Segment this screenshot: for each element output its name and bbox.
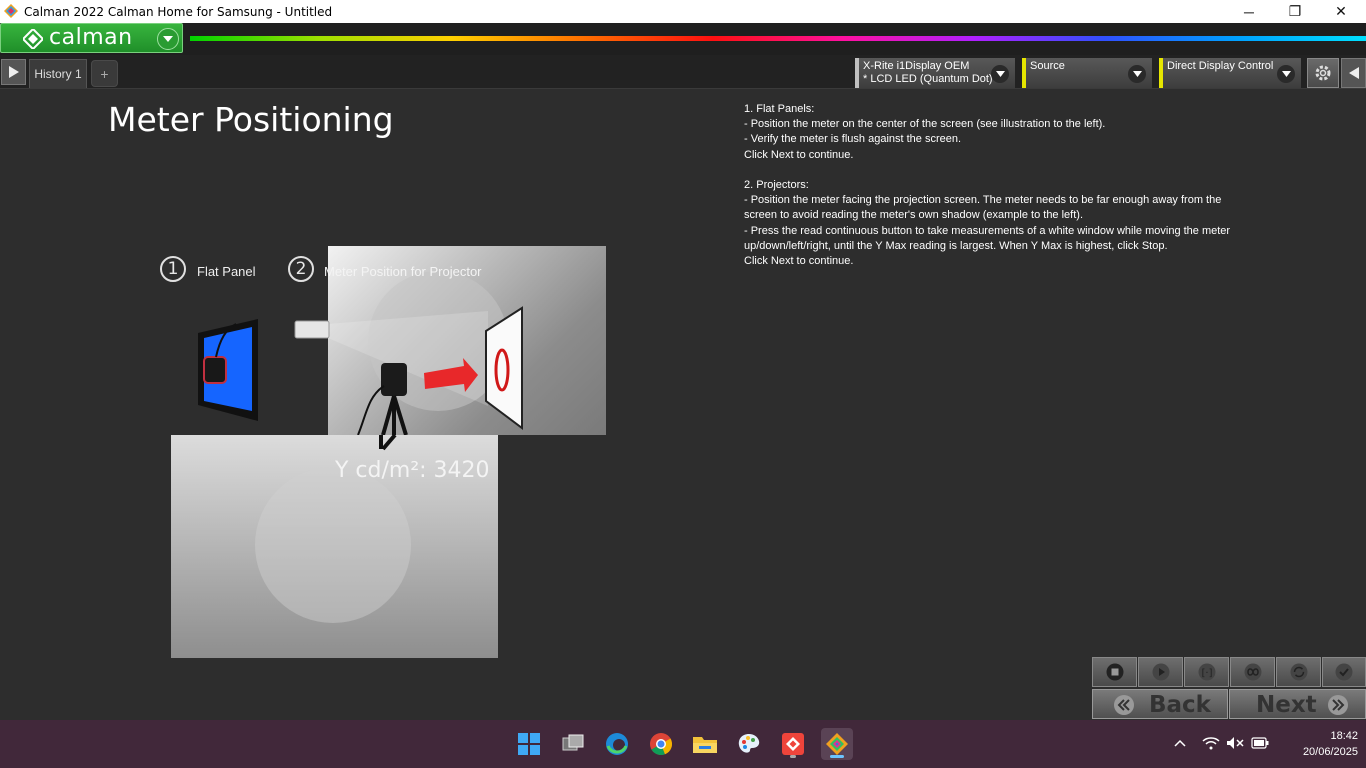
flat-panel-label: Flat Panel xyxy=(197,264,256,279)
projector-icon xyxy=(294,320,330,339)
instructions-body: 1. Flat Panels: - Position the meter on … xyxy=(744,103,1231,268)
stop-button[interactable] xyxy=(1092,657,1137,687)
calman-logo-icon xyxy=(23,29,43,49)
back-label: Back xyxy=(1149,692,1211,718)
add-tab-button[interactable]: + xyxy=(91,60,118,87)
instructions-text: 1. Flat Panels: - Position the meter on … xyxy=(744,102,1264,269)
anydesk-button[interactable] xyxy=(777,728,809,760)
meter-name: X-Rite i1Display OEM xyxy=(863,60,970,72)
active-indicator xyxy=(830,755,844,758)
system-clock[interactable]: 18:42 20/06/2025 xyxy=(1278,728,1358,760)
settings-button[interactable] xyxy=(1307,58,1339,88)
calman-app-icon xyxy=(4,4,18,18)
start-button[interactable] xyxy=(513,728,545,760)
brand-name: calman xyxy=(49,25,133,50)
folder-icon xyxy=(693,737,717,753)
confirm-button[interactable] xyxy=(1322,657,1366,687)
speaker-muted-icon xyxy=(1227,737,1244,749)
chevron-down-icon xyxy=(1128,65,1146,83)
windows-taskbar: 18:42 20/06/2025 xyxy=(0,720,1366,768)
remote-desktop-icon xyxy=(782,733,804,755)
stop-icon xyxy=(1106,663,1123,681)
source-selector[interactable]: Source xyxy=(1022,58,1152,88)
tab-toolbar: History 1 + X-Rite i1Display OEM * LCD L… xyxy=(0,55,1366,89)
battery-icon xyxy=(1251,737,1269,749)
running-indicator xyxy=(790,755,796,758)
infinity-icon xyxy=(1244,663,1261,681)
window-title-bar: Calman 2022 Calman Home for Samsung - Un… xyxy=(0,0,1366,23)
source-label: Source xyxy=(1030,60,1065,72)
calman-menu-button[interactable]: calman xyxy=(0,23,183,53)
next-label: Next xyxy=(1256,692,1317,718)
expand-panel-button[interactable] xyxy=(1,59,26,85)
meter-mode: * LCD LED (Quantum Dot) xyxy=(863,73,993,85)
calman-taskbar-button[interactable] xyxy=(821,728,853,760)
close-button[interactable]: ✕ xyxy=(1318,0,1364,23)
tab-history-1[interactable]: History 1 xyxy=(29,59,87,88)
rainbow-strip xyxy=(190,36,1366,41)
chevron-down-icon xyxy=(157,28,179,50)
edge-browser-button[interactable] xyxy=(601,728,633,760)
double-chevron-left-icon xyxy=(1114,695,1134,715)
main-content: Meter Positioning 1. Flat Panels: - Posi… xyxy=(0,90,1366,720)
paint-app-button[interactable] xyxy=(733,728,765,760)
play-icon xyxy=(1152,663,1169,681)
chevron-down-icon xyxy=(1277,65,1295,83)
task-view-icon xyxy=(562,734,584,751)
page-title: Meter Positioning xyxy=(108,100,394,139)
refresh-icon xyxy=(1290,663,1307,681)
read-continuous-button[interactable] xyxy=(1230,657,1275,687)
back-button[interactable]: Back xyxy=(1092,689,1228,719)
task-view-button[interactable] xyxy=(557,728,589,760)
volume-button[interactable] xyxy=(1226,734,1244,752)
flat-panel-graphic xyxy=(198,319,258,421)
show-hidden-icons-button[interactable] xyxy=(1171,734,1189,752)
left-arrow-icon xyxy=(1348,67,1359,79)
collapse-panel-button[interactable] xyxy=(1341,58,1366,88)
windows-logo-icon xyxy=(518,733,540,755)
meter-selector[interactable]: X-Rite i1Display OEM * LCD LED (Quantum … xyxy=(855,58,1015,88)
clock-time: 18:42 xyxy=(1330,730,1358,742)
app-header: calman xyxy=(0,23,1366,55)
luminance-reading: Y cd/m²: 3420 xyxy=(335,458,490,483)
double-chevron-right-icon xyxy=(1328,695,1348,715)
battery-button[interactable] xyxy=(1251,734,1269,752)
bracket-icon: [·] xyxy=(1198,663,1215,681)
read-series-button[interactable]: [·] xyxy=(1184,657,1229,687)
gear-icon xyxy=(1315,65,1331,81)
step-1-badge: 1 xyxy=(160,256,186,282)
checkmark-icon xyxy=(1335,663,1353,681)
projector-label: Meter Position for Projector xyxy=(324,264,482,279)
play-arrow-icon xyxy=(8,66,19,78)
maximize-button[interactable]: ❐ xyxy=(1272,0,1318,23)
svg-text:[·]: [·] xyxy=(1201,668,1212,679)
next-button[interactable]: Next xyxy=(1229,689,1366,719)
display-control-label: Direct Display Control xyxy=(1167,60,1274,72)
calman-app-icon xyxy=(826,733,848,755)
chrome-icon xyxy=(650,733,673,756)
edge-icon xyxy=(606,733,628,755)
step-2-badge: 2 xyxy=(288,256,314,282)
window-title: Calman 2022 Calman Home for Samsung - Un… xyxy=(24,5,333,19)
chevron-down-icon xyxy=(991,65,1009,83)
clock-date: 20/06/2025 xyxy=(1302,746,1358,758)
minimize-button[interactable]: ─ xyxy=(1226,0,1272,23)
refresh-button[interactable] xyxy=(1276,657,1321,687)
chevron-up-icon xyxy=(1174,739,1186,747)
display-control-selector[interactable]: Direct Display Control xyxy=(1159,58,1301,88)
network-button[interactable] xyxy=(1202,734,1220,752)
read-button[interactable] xyxy=(1138,657,1183,687)
palette-icon xyxy=(738,734,760,753)
file-explorer-button[interactable] xyxy=(689,728,721,760)
wifi-icon xyxy=(1202,737,1220,750)
chrome-browser-button[interactable] xyxy=(645,728,677,760)
